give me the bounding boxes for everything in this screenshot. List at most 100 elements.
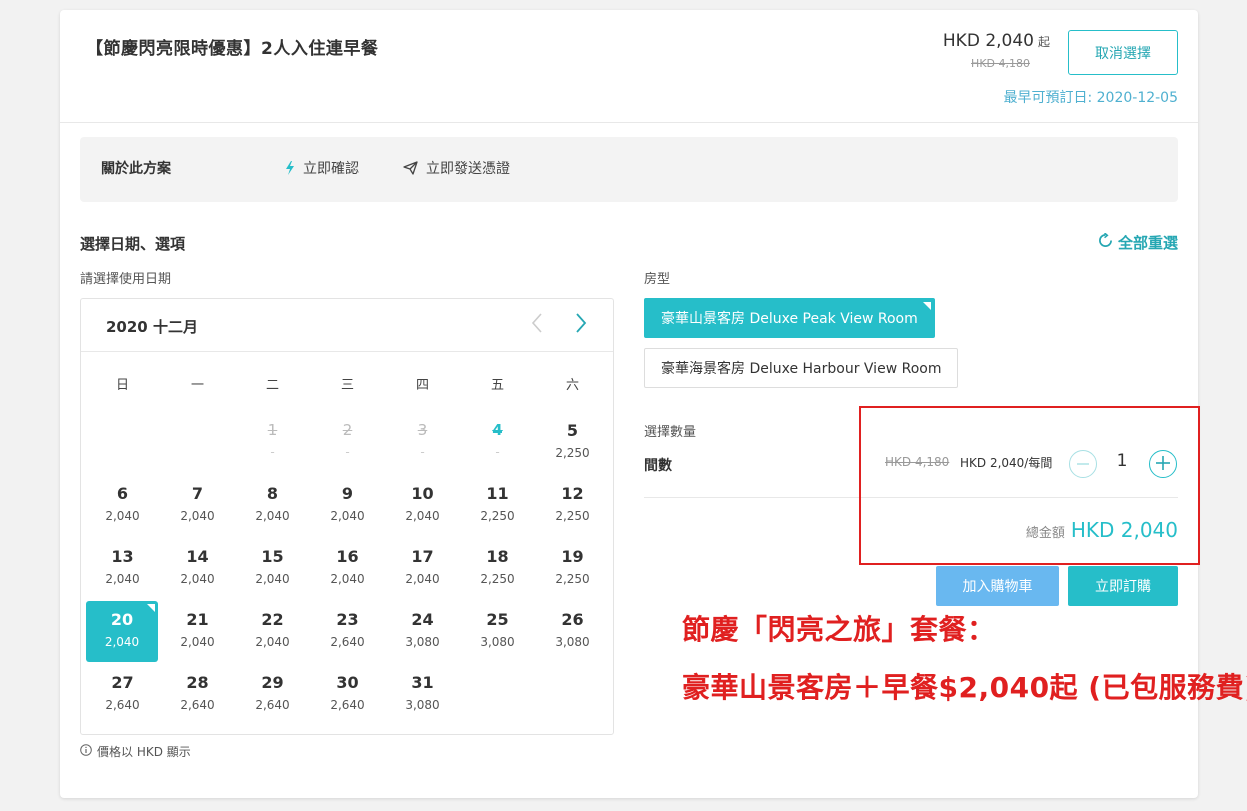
calendar-day[interactable]: 9 2,040 xyxy=(310,483,385,546)
calendar-day[interactable]: 14 2,040 xyxy=(160,546,235,609)
weekday-sun: 日 xyxy=(115,378,129,393)
day-number: 18 xyxy=(486,547,509,566)
lightning-icon xyxy=(285,161,295,175)
plan-price-suffix: 起 xyxy=(1037,35,1050,49)
day-number: 27 xyxy=(111,673,134,692)
promo-annotation-line2: 豪華山景客房＋早餐$2,040起 (已包服務費) xyxy=(682,671,1247,704)
day-price: 2,040 xyxy=(405,572,440,586)
calendar-header: 2020 十二月 xyxy=(81,299,613,352)
earliest-booking-date: 最早可預訂日: 2020-12-05 xyxy=(1003,90,1178,106)
day-number: 28 xyxy=(186,673,209,692)
calendar-day[interactable]: 6 2,040 xyxy=(85,483,160,546)
day-price: 3,080 xyxy=(405,698,440,712)
day-price: 2,250 xyxy=(480,509,515,523)
calendar-day[interactable]: 22 2,040 xyxy=(235,609,310,672)
about-plan-label: 關於此方案 xyxy=(101,161,171,177)
calendar-day[interactable]: 29 2,640 xyxy=(235,672,310,735)
calendar-day[interactable]: 27 2,640 xyxy=(85,672,160,735)
day-number: 22 xyxy=(261,610,284,629)
calendar-day[interactable]: 19 2,250 xyxy=(535,546,610,609)
send-icon xyxy=(403,161,418,175)
next-month-button[interactable] xyxy=(567,311,595,339)
day-number: 31 xyxy=(411,673,434,692)
day-price: - xyxy=(420,445,425,459)
chevron-left-icon xyxy=(531,313,543,337)
day-number: 24 xyxy=(411,610,434,629)
calendar-day[interactable]: 26 3,080 xyxy=(535,609,610,672)
day-price: 2,640 xyxy=(330,698,365,712)
day-price: 2,250 xyxy=(555,446,590,460)
quantity-unit-label: 間數 xyxy=(644,458,672,474)
day-price: 3,080 xyxy=(405,635,440,649)
calendar-day: 3- xyxy=(385,420,460,483)
prev-month-button[interactable] xyxy=(523,311,551,339)
day-price: 2,040 xyxy=(180,635,215,649)
day-number: 17 xyxy=(411,547,434,566)
weekday-tue: 二 xyxy=(265,378,279,393)
calendar-day[interactable]: 18 2,250 xyxy=(460,546,535,609)
day-number: 3 xyxy=(417,421,428,439)
section-title: 選擇日期、選項 xyxy=(80,235,186,253)
day-price: - xyxy=(270,445,275,459)
day-price: - xyxy=(345,445,350,459)
calendar-day[interactable]: 8 2,040 xyxy=(235,483,310,546)
weekday-fri: 五 xyxy=(490,378,504,393)
day-price: 2,040 xyxy=(330,509,365,523)
calendar-day[interactable]: 10 2,040 xyxy=(385,483,460,546)
calendar-day[interactable]: 5 2,250 xyxy=(535,420,610,483)
reset-all-label: 全部重選 xyxy=(1117,234,1178,252)
day-number: 4 xyxy=(492,421,503,439)
day-number: 14 xyxy=(186,547,209,566)
calendar-day[interactable]: 12 2,250 xyxy=(535,483,610,546)
calendar-empty-cell xyxy=(85,420,160,483)
plan-title: 【節慶閃亮限時優惠】2人入住連早餐 xyxy=(86,39,379,59)
room-option-harbour-view[interactable]: 豪華海景客房 Deluxe Harbour View Room xyxy=(644,348,959,388)
calendar-day[interactable]: 21 2,040 xyxy=(160,609,235,672)
calendar-day[interactable]: 16 2,040 xyxy=(310,546,385,609)
refresh-icon xyxy=(1098,232,1113,252)
day-number: 7 xyxy=(191,484,204,503)
calendar-day[interactable]: 24 3,080 xyxy=(385,609,460,672)
calendar-day[interactable]: 31 3,080 xyxy=(385,672,460,735)
calendar-day[interactable]: 25 3,080 xyxy=(460,609,535,672)
day-number: 20 xyxy=(110,610,134,629)
room-option-peak-view[interactable]: 豪華山景客房 Deluxe Peak View Room xyxy=(644,298,935,338)
day-number: 6 xyxy=(116,484,129,503)
calendar-day[interactable]: 30 2,640 xyxy=(310,672,385,735)
plan-price-value: HKD 2,040 xyxy=(942,31,1034,51)
day-number: 30 xyxy=(336,673,359,692)
day-number: 12 xyxy=(561,484,584,503)
add-to-cart-button[interactable]: 加入購物車 xyxy=(936,566,1059,606)
day-number: 2 xyxy=(342,421,353,439)
instant-voucher-item: 立即發送憑證 xyxy=(403,158,510,178)
instant-voucher-label: 立即發送憑證 xyxy=(426,161,510,177)
calendar-day[interactable]: 28 2,640 xyxy=(160,672,235,735)
calendar-day[interactable]: 15 2,040 xyxy=(235,546,310,609)
calendar-day-selected[interactable]: 20 2,040 xyxy=(86,601,158,662)
calendar-day[interactable]: 23 2,640 xyxy=(310,609,385,672)
instant-confirm-label: 立即確認 xyxy=(303,161,359,177)
calendar-day[interactable]: 11 2,250 xyxy=(460,483,535,546)
day-price: 2,040 xyxy=(330,572,365,586)
calendar-day: 2- xyxy=(310,420,385,483)
annotation-highlight-box xyxy=(859,406,1200,565)
booking-card: 【節慶閃亮限時優惠】2人入住連早餐 HKD 2,040 起 HKD 4,180 取… xyxy=(60,10,1247,798)
book-now-button[interactable]: 立即訂購 xyxy=(1068,566,1178,606)
day-price: 3,080 xyxy=(555,635,590,649)
plan-price: HKD 2,040 起 xyxy=(943,31,1050,51)
calendar-day[interactable]: 13 2,040 xyxy=(85,546,160,609)
reset-all-button[interactable]: 全部重選 xyxy=(1098,232,1178,253)
calendar-day[interactable]: 17 2,040 xyxy=(385,546,460,609)
day-number: 16 xyxy=(336,547,359,566)
day-price: 2,040 xyxy=(180,509,215,523)
cancel-selection-button[interactable]: 取消選擇 xyxy=(1068,30,1178,75)
day-price: 2,250 xyxy=(480,572,515,586)
calendar-empty-cell xyxy=(160,420,235,483)
currency-note-text: 價格以 HKD 顯示 xyxy=(97,745,191,759)
price-box: HKD 2,040 起 HKD 4,180 xyxy=(943,31,1050,70)
day-price: 2,040 xyxy=(105,572,140,586)
day-price: 2,640 xyxy=(255,698,290,712)
day-price: 2,040 xyxy=(255,572,290,586)
day-price: 2,040 xyxy=(105,509,140,523)
calendar-day[interactable]: 7 2,040 xyxy=(160,483,235,546)
